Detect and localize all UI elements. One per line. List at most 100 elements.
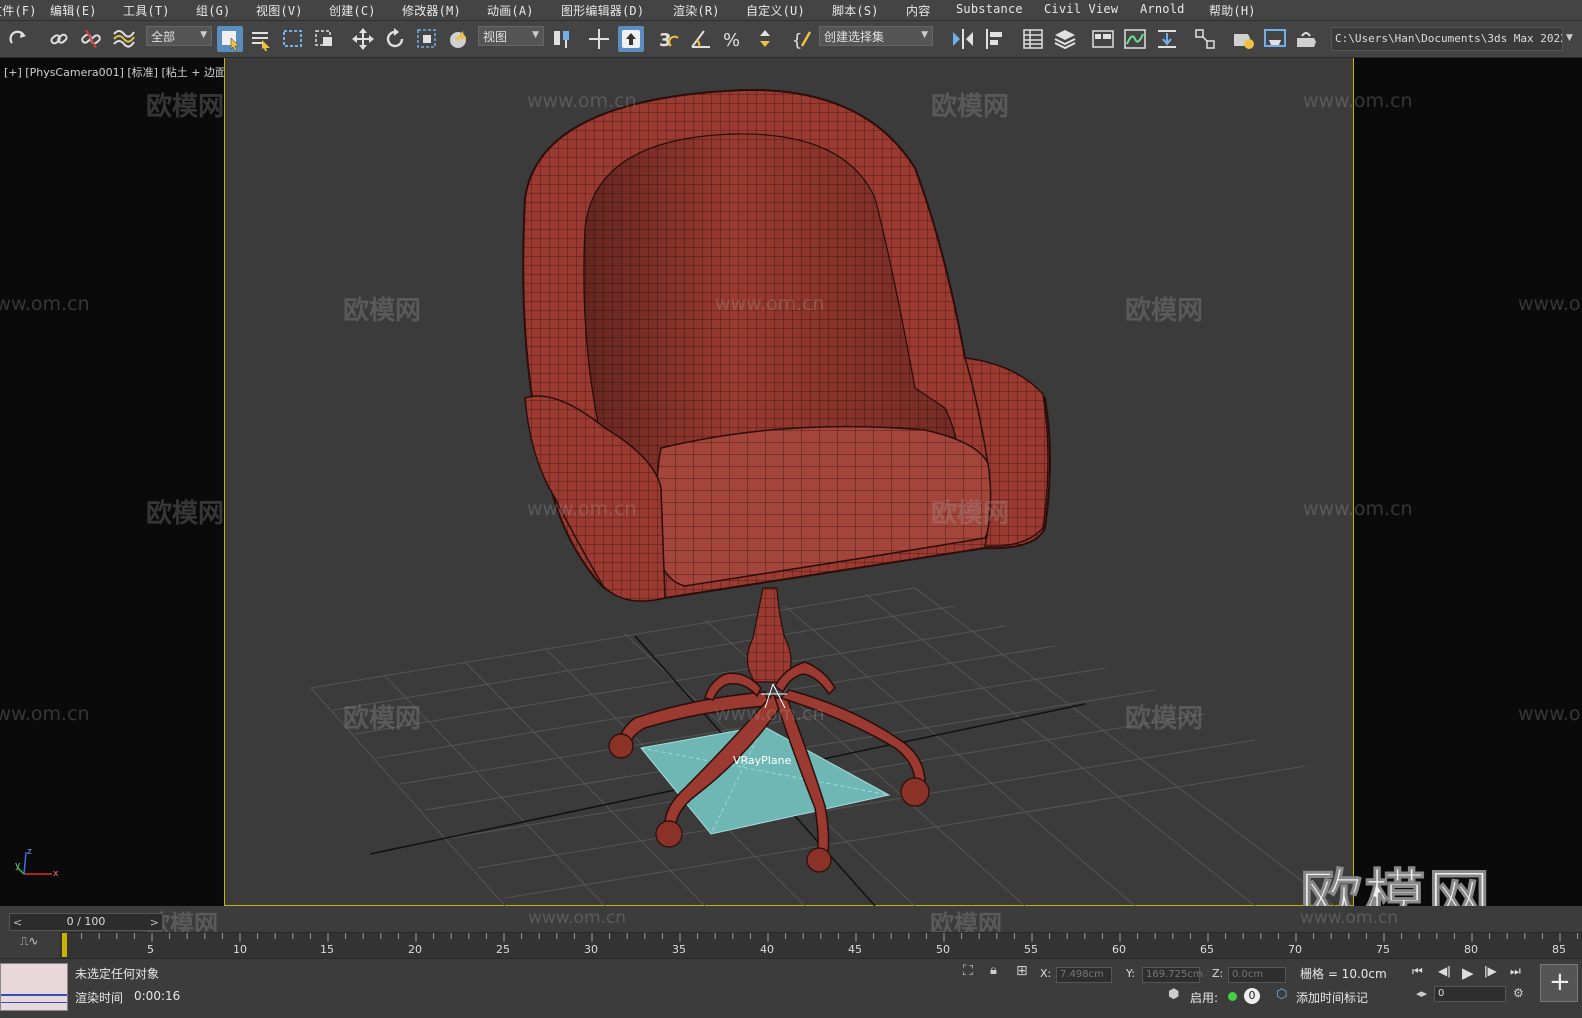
unlink-icon[interactable] — [78, 26, 104, 52]
tick-label: 85 — [1552, 943, 1566, 956]
axis-y-label: y — [15, 861, 21, 871]
menu-animation[interactable]: 动画(A) — [487, 2, 534, 19]
y-coordinate-field[interactable]: 169.725cm — [1142, 967, 1203, 983]
spinner-snap-icon[interactable] — [752, 26, 778, 52]
watermark: 欧模网 — [931, 92, 1010, 122]
bind-spacewarp-icon[interactable] — [110, 26, 136, 52]
menu-edit[interactable]: 编辑(E) — [50, 2, 97, 19]
link-icon[interactable] — [46, 26, 72, 52]
rectangular-selection-icon[interactable] — [280, 26, 306, 52]
time-ruler[interactable]: 5 10 15 20 25 30 35 40 45 50 55 60 65 70… — [60, 932, 1582, 959]
menu-scripting[interactable]: 脚本(S) — [832, 2, 879, 19]
current-frame-field[interactable]: 0 — [1434, 986, 1506, 1002]
previous-frame-icon[interactable]: ◀︎ǀ — [1438, 964, 1451, 978]
axis-tripod-icon: z y x — [15, 847, 59, 879]
next-frame-icon[interactable]: ǀ▶︎ — [1484, 964, 1497, 978]
transform-type-in-icon[interactable]: ⊞ — [1016, 963, 1028, 979]
key-mode-icon[interactable]: ◂▸ — [1416, 987, 1427, 1000]
chevron-down-icon[interactable]: ▼ — [1566, 33, 1573, 43]
align-icon[interactable] — [982, 26, 1008, 52]
keyboard-shortcut-override-icon[interactable] — [618, 26, 644, 52]
go-to-end-icon[interactable]: ⏭ — [1510, 964, 1521, 979]
redo-icon[interactable] — [6, 26, 32, 52]
grid-size: 栅格 = 10.0cm — [1300, 967, 1387, 981]
watermark-url: www.om.cn — [715, 293, 825, 315]
y-label: Y: — [1126, 967, 1135, 980]
scene-explorer-icon[interactable] — [1020, 26, 1046, 52]
viewport-nav-button[interactable]: + — [1540, 964, 1578, 1002]
menu-view[interactable]: 视图(V) — [256, 2, 303, 19]
menu-tools[interactable]: 工具(T) — [123, 2, 170, 19]
percent-snap-icon[interactable]: % — [720, 26, 746, 52]
chair-column[interactable] — [746, 587, 792, 683]
pivot-center-icon[interactable] — [550, 26, 576, 52]
menu-rendering[interactable]: 渲染(R) — [673, 2, 720, 19]
next-frame-icon[interactable]: > — [150, 916, 159, 929]
menu-customize[interactable]: 自定义(U) — [746, 2, 805, 19]
menu-content[interactable]: 内容 — [906, 2, 930, 19]
watermark: 欧模网 — [931, 499, 1010, 529]
viewport-area[interactable]: [+] [PhysCamera001] [标准] [粘土 + 边面] www.o… — [0, 58, 1582, 906]
axis-z-label: z — [27, 847, 32, 857]
menu-modifiers[interactable]: 修改器(M) — [402, 2, 461, 19]
snaps-3d-icon[interactable]: 3 — [656, 26, 682, 52]
project-path-field[interactable]: C:\Users\Han\Documents\3ds Max 2022 — [1331, 27, 1563, 51]
select-by-name-icon[interactable] — [248, 26, 274, 52]
selection-filter-value: 全部 — [151, 30, 176, 44]
scale-icon[interactable] — [414, 26, 440, 52]
toggle-ribbon-icon[interactable] — [1090, 26, 1116, 52]
schematic-view-icon[interactable] — [1154, 26, 1180, 52]
rendered-frame-window-icon[interactable] — [1262, 26, 1288, 52]
play-icon[interactable]: ▶︎ — [1462, 964, 1474, 982]
menu-arnold[interactable]: Arnold — [1140, 2, 1185, 16]
active-viewport[interactable]: VRayPlane www.om.cn 欧模网 www.om.cn 欧模网 ww… — [224, 58, 1413, 906]
render-setup-icon[interactable] — [1230, 26, 1256, 52]
add-time-tag[interactable]: 添加时间标记 — [1296, 989, 1368, 1006]
selection-filter-dropdown[interactable]: 全部 ▼ — [146, 26, 212, 46]
z-label: Z: — [1212, 967, 1224, 980]
maxscript-listener-preview[interactable] — [0, 963, 68, 1011]
lock-icon[interactable]: 🔒︎ — [990, 963, 997, 978]
rotate-icon[interactable] — [382, 26, 408, 52]
named-selection-dropdown[interactable]: 创建选择集 ▼ — [819, 26, 933, 46]
menu-graph-editors[interactable]: 图形编辑器(D) — [561, 2, 644, 19]
angle-snap-icon[interactable] — [688, 26, 714, 52]
select-manipulate-icon[interactable] — [586, 26, 612, 52]
enable-count-badge[interactable]: 0 — [1244, 988, 1260, 1004]
axis-x-label: x — [53, 869, 59, 879]
selection-status: 未选定任何对象 — [75, 967, 160, 981]
menu-help[interactable]: 帮助(H) — [1209, 2, 1256, 19]
time-slider[interactable]: < 0 / 100 > — [9, 913, 163, 931]
go-to-start-icon[interactable]: ⏮ — [1412, 964, 1423, 979]
x-coordinate-field[interactable]: 7.498cm — [1056, 967, 1112, 983]
isolate-selection-icon[interactable]: ⛶ — [963, 963, 973, 979]
mini-curve-editor-icon[interactable]: ⎍∿ — [20, 934, 38, 949]
time-tag-icon[interactable]: ⬡ — [1276, 987, 1287, 1002]
menu-substance[interactable]: Substance — [956, 2, 1023, 16]
layer-explorer-icon[interactable] — [1052, 26, 1078, 52]
window-crossing-icon[interactable] — [312, 26, 338, 52]
tick-label: 10 — [233, 943, 247, 956]
tick-label: 40 — [760, 943, 774, 956]
menu-civil-view[interactable]: Civil View — [1044, 2, 1118, 16]
time-cursor[interactable] — [62, 933, 67, 957]
move-icon[interactable] — [350, 26, 376, 52]
placement-icon[interactable] — [446, 26, 472, 52]
select-object-icon[interactable] — [217, 26, 243, 52]
time-config-icon[interactable]: ⚙ — [1513, 986, 1524, 1000]
menu-group[interactable]: 组(G) — [196, 2, 230, 19]
mirror-icon[interactable] — [950, 26, 976, 52]
menu-file[interactable]: 文件(F) — [0, 2, 37, 19]
watermark-url: www.om.cn — [1303, 498, 1413, 520]
viewport-label[interactable]: [+] [PhysCamera001] [标准] [粘土 + 边面] — [4, 64, 230, 80]
menu-create[interactable]: 创建(C) — [329, 2, 376, 19]
watermark: 欧模网 — [1125, 296, 1204, 326]
material-editor-icon[interactable] — [1192, 26, 1218, 52]
z-coordinate-field[interactable]: 0.0cm — [1228, 967, 1286, 983]
watermark: 欧模网 — [343, 296, 422, 326]
reference-coord-dropdown[interactable]: 视图 ▼ — [478, 26, 544, 46]
edit-named-selection-icon[interactable]: { — [790, 26, 816, 52]
adaptive-degradation-icon[interactable]: ⬢ — [1168, 987, 1179, 1002]
render-production-icon[interactable] — [1294, 26, 1320, 52]
curve-editor-icon[interactable] — [1122, 26, 1148, 52]
